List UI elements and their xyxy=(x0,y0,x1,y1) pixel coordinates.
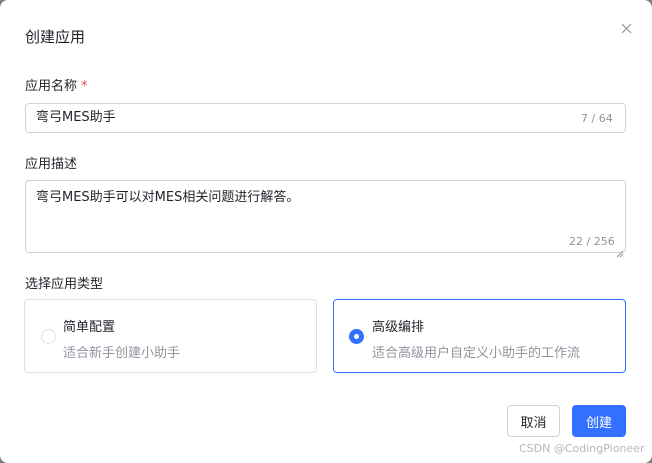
description-char-counter: 22 / 256 xyxy=(569,235,615,248)
option-subtitle: 适合新手创建小助手 xyxy=(63,346,181,361)
option-title: 高级编排 xyxy=(372,320,425,335)
radio-checked-icon[interactable] xyxy=(349,329,364,344)
option-subtitle: 适合高级用户自定义小助手的工作流 xyxy=(372,346,581,361)
create-button[interactable]: 创建 xyxy=(572,405,626,437)
app-name-value: 弯弓MES助手 xyxy=(36,110,116,125)
watermark: CSDN @CodingPioneer xyxy=(519,442,645,455)
app-description-textarea[interactable]: 弯弓MES助手可以对MES相关问题进行解答。 22 / 256 xyxy=(25,180,626,258)
name-char-counter: 7 / 64 xyxy=(581,112,613,125)
option-title: 简单配置 xyxy=(63,320,116,335)
name-field-label: 应用名称 * xyxy=(25,75,88,94)
resize-handle-icon[interactable] xyxy=(616,243,624,258)
create-app-dialog: 创建应用 应用名称 * 弯弓MES助手 7 / 64 应用描述 弯弓MES助手可以… xyxy=(0,0,652,463)
close-icon xyxy=(621,19,632,38)
required-mark: * xyxy=(81,79,88,94)
name-label-text: 应用名称 xyxy=(25,79,78,94)
type-option-simple[interactable]: 简单配置 适合新手创建小助手 xyxy=(24,299,317,373)
type-option-advanced[interactable]: 高级编排 适合高级用户自定义小助手的工作流 xyxy=(333,299,626,373)
radio-unchecked-icon[interactable] xyxy=(41,329,56,344)
app-name-input[interactable]: 弯弓MES助手 7 / 64 xyxy=(25,103,626,133)
description-field-label: 应用描述 xyxy=(25,157,78,172)
cancel-button[interactable]: 取消 xyxy=(507,405,560,437)
app-type-label: 选择应用类型 xyxy=(25,277,104,292)
close-button[interactable] xyxy=(616,18,636,38)
app-description-value: 弯弓MES助手可以对MES相关问题进行解答。 xyxy=(36,190,300,205)
dialog-title: 创建应用 xyxy=(25,28,86,46)
